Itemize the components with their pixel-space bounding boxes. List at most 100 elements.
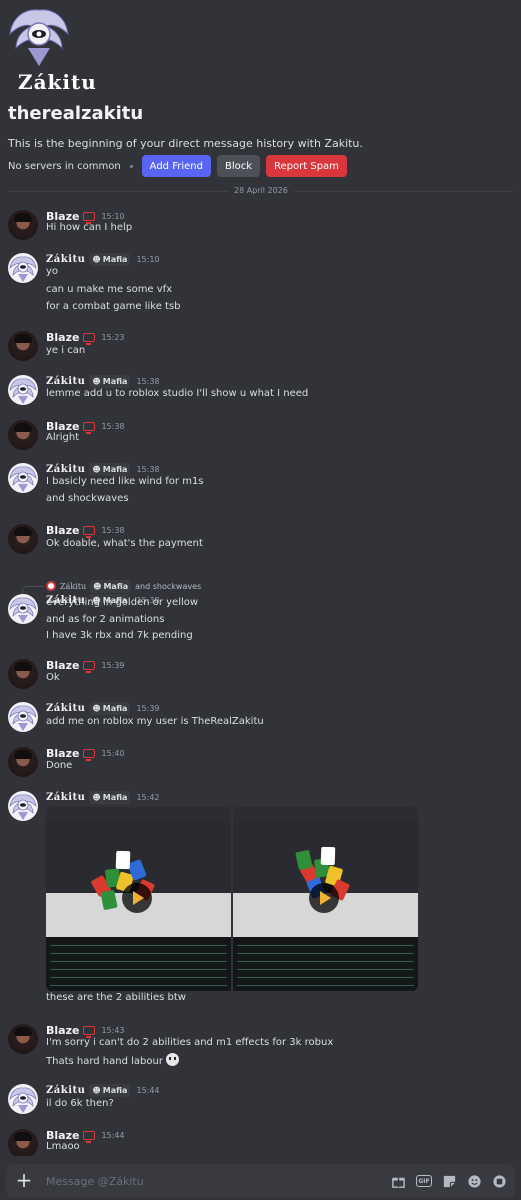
- message-header: Blaze 15:38: [46, 522, 125, 538]
- author-name[interactable]: Blaze: [46, 659, 79, 672]
- timestamp[interactable]: 15:10: [136, 255, 159, 264]
- avatar[interactable]: [8, 1129, 38, 1159]
- author-name[interactable]: Zákitu: [46, 464, 85, 475]
- profile-actions: No servers in common Add Friend Block Re…: [8, 155, 347, 177]
- apps-icon[interactable]: [492, 1174, 507, 1189]
- guild-tag[interactable]: ☻ Mafia: [89, 374, 131, 388]
- author-name[interactable]: Zákitu: [46, 376, 85, 387]
- gif-icon[interactable]: GIF: [416, 1175, 432, 1187]
- video-thumbnail[interactable]: [46, 807, 231, 991]
- avatar[interactable]: [8, 747, 38, 777]
- timestamp[interactable]: 15:38: [136, 465, 159, 474]
- author-name[interactable]: Blaze: [46, 524, 79, 537]
- app-badge-icon: [83, 660, 96, 673]
- author-name[interactable]: Blaze: [46, 1129, 79, 1142]
- guild-tag-label: Mafia: [103, 581, 129, 591]
- message-text: I have 3k rbx and 7k pending: [46, 630, 193, 641]
- guild-tag[interactable]: ☻ Mafia: [89, 1083, 131, 1097]
- message-text: Ok: [46, 672, 60, 683]
- timestamp[interactable]: 15:39: [136, 704, 159, 713]
- author-name[interactable]: Blaze: [46, 210, 79, 223]
- author-name[interactable]: Zákitu: [46, 703, 85, 714]
- message-text: ye i can: [46, 345, 86, 356]
- emoji-icon[interactable]: [467, 1174, 482, 1189]
- avatar[interactable]: [8, 1084, 38, 1114]
- author-name[interactable]: Zákitu: [46, 1085, 85, 1096]
- guild-tag-icon: ☻: [93, 581, 102, 591]
- timestamp[interactable]: 15:23: [101, 333, 124, 342]
- avatar-block: [100, 889, 118, 911]
- block-button[interactable]: Block: [216, 155, 261, 177]
- reply-author: Zákitu: [60, 581, 87, 591]
- app-badge-icon: [83, 421, 96, 434]
- author-name[interactable]: Zákitu: [46, 254, 85, 265]
- guild-tag-label: Mafia: [102, 703, 128, 713]
- profile-avatar[interactable]: [6, 4, 72, 70]
- message-text: these are the 2 abilities btw: [46, 992, 186, 1003]
- message-header: Zákitu ☻ Mafia 15:44: [46, 1082, 160, 1098]
- author-name[interactable]: Zákitu: [46, 792, 85, 803]
- guild-tag[interactable]: ☻ Mafia: [89, 252, 131, 266]
- timeline-track: [237, 985, 414, 986]
- report-spam-button[interactable]: Report Spam: [266, 155, 347, 177]
- timeline-track: [237, 945, 414, 946]
- avatar-block: [115, 850, 131, 870]
- play-icon[interactable]: [309, 883, 339, 913]
- author-name[interactable]: Blaze: [46, 420, 79, 433]
- avatar[interactable]: [8, 253, 38, 283]
- avatar[interactable]: [8, 524, 38, 554]
- message-input[interactable]: [46, 1173, 346, 1189]
- message-text: Alright: [46, 432, 80, 443]
- avatar[interactable]: [8, 1024, 38, 1054]
- timestamp[interactable]: 15:43: [101, 1026, 124, 1035]
- avatar[interactable]: [8, 594, 38, 624]
- message-header: Zákitu ☻ Mafia 15:42: [46, 789, 160, 805]
- timestamp[interactable]: 15:44: [136, 1086, 159, 1095]
- sticker-icon[interactable]: [442, 1174, 457, 1189]
- timeline-track: [50, 961, 227, 962]
- guild-tag[interactable]: ☻ Mafia: [89, 790, 131, 804]
- message-text: Thats hard hand labour: [46, 1053, 179, 1067]
- message-text: I basicly need like wind for m1s: [46, 476, 204, 487]
- message-text: and as for 2 animations: [46, 614, 165, 625]
- timestamp[interactable]: 15:10: [101, 212, 124, 221]
- message-header: Blaze 15:43: [46, 1022, 125, 1038]
- play-icon[interactable]: [122, 883, 152, 913]
- author-name[interactable]: Blaze: [46, 1024, 79, 1037]
- timestamp[interactable]: 15:39: [101, 661, 124, 670]
- avatar[interactable]: [8, 375, 38, 405]
- reply-reference[interactable]: Zákitu ☻ Mafia and shockwaves: [46, 579, 201, 593]
- avatar[interactable]: [8, 659, 38, 689]
- avatar[interactable]: [8, 210, 38, 240]
- avatar[interactable]: [8, 791, 38, 821]
- message-text: for a combat game like tsb: [46, 301, 181, 312]
- timeline-track: [237, 953, 414, 954]
- avatar[interactable]: [8, 331, 38, 361]
- guild-tag[interactable]: ☻ Mafia: [89, 462, 131, 476]
- author-name[interactable]: Blaze: [46, 331, 79, 344]
- studio-viewport: [46, 821, 231, 937]
- message-text: il do 6k then?: [46, 1098, 114, 1109]
- timestamp[interactable]: 15:44: [101, 1131, 124, 1140]
- composer-separator: [0, 1156, 521, 1164]
- timestamp[interactable]: 15:42: [136, 793, 159, 802]
- author-name[interactable]: Blaze: [46, 747, 79, 760]
- avatar[interactable]: [8, 420, 38, 450]
- message-text: I'm sorry i can't do 2 abilities and m1 …: [46, 1037, 334, 1048]
- guild-tag[interactable]: ☻ Mafia: [89, 701, 131, 715]
- timestamp[interactable]: 15:38: [136, 377, 159, 386]
- avatar[interactable]: [8, 702, 38, 732]
- timestamp[interactable]: 15:40: [101, 749, 124, 758]
- app-badge-icon: [83, 525, 96, 538]
- guild-tag-label: Mafia: [102, 792, 128, 802]
- guild-tag-label: Mafia: [102, 1085, 128, 1095]
- guild-tag-label: Mafia: [102, 376, 128, 386]
- video-thumbnail[interactable]: [233, 807, 418, 991]
- timestamp[interactable]: 15:38: [101, 422, 124, 431]
- add-friend-button[interactable]: Add Friend: [141, 155, 211, 177]
- timestamp[interactable]: 15:38: [101, 526, 124, 535]
- plus-icon[interactable]: +: [14, 1170, 34, 1191]
- avatar[interactable]: [8, 463, 38, 493]
- timeline-track: [50, 977, 227, 978]
- gift-icon[interactable]: [391, 1174, 406, 1189]
